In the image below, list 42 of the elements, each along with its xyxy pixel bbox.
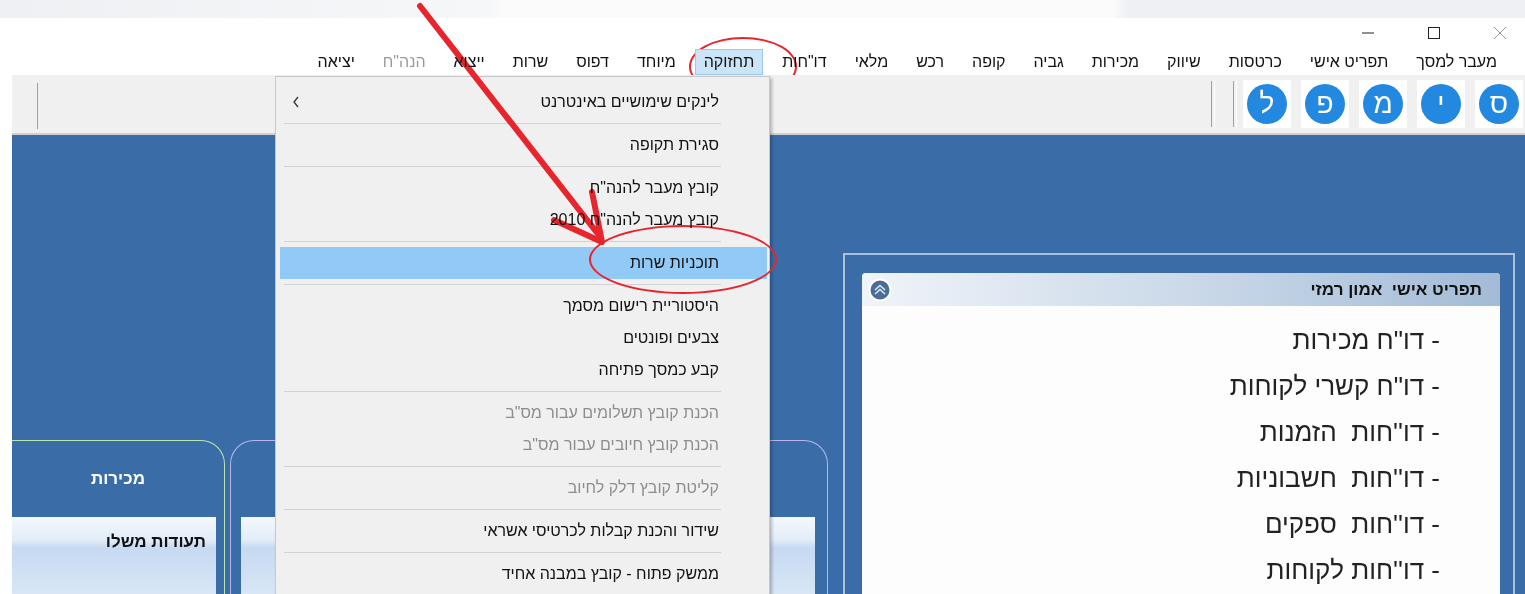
report-link[interactable]: - דו''חות הזמנות: [1259, 414, 1440, 450]
menu-item[interactable]: שרות: [503, 48, 558, 75]
maximize-icon[interactable]: [1427, 26, 1441, 40]
menu-item[interactable]: דפוס: [567, 48, 618, 75]
toolbar-button[interactable]: י: [1417, 80, 1465, 128]
close-icon[interactable]: [1493, 26, 1507, 40]
collapse-icon[interactable]: [868, 277, 892, 302]
menu-item[interactable]: רכש: [907, 48, 953, 75]
tab-title: מכירות: [91, 469, 145, 489]
menu-item[interactable]: שיווק: [1158, 48, 1210, 75]
menu-item[interactable]: תוכניות שרות: [280, 247, 767, 279]
menu-item[interactable]: קופה: [963, 48, 1015, 75]
section-title: תעודות משלו: [105, 531, 206, 552]
panel-title: תפריט אישי אמון רמזי: [1310, 279, 1482, 300]
menu-item[interactable]: היסטוריית רישום מסמך: [280, 290, 767, 322]
menu-item[interactable]: מיוחד: [628, 48, 685, 75]
toolbar-button[interactable]: ל: [1243, 80, 1291, 128]
report-link[interactable]: - דו''חות חשבוניות: [1236, 460, 1440, 496]
menu-item[interactable]: כרטסות: [1219, 48, 1291, 75]
menu-item[interactable]: יציאה: [308, 48, 364, 75]
report-link[interactable]: - דו''חות לקוחות: [1266, 552, 1440, 588]
report-link[interactable]: - דו"ח קשרי לקוחות: [1229, 368, 1440, 404]
toolbar-button[interactable]: פ: [1301, 80, 1349, 128]
menu-item[interactable]: קובץ מעבר להנה"ח: [280, 172, 767, 204]
menu-item[interactable]: ממשק פתוח - קובץ במבנה אחיד: [280, 558, 767, 590]
menu-item[interactable]: קבע כמסך פתיחה: [280, 354, 767, 386]
chevron-icon[interactable]: [292, 96, 300, 108]
menu-item[interactable]: סגירת תקופה: [280, 129, 767, 161]
menu-item[interactable]: תחזוקה: [694, 48, 764, 75]
report-link[interactable]: - דו''חות ספקים: [1264, 506, 1440, 542]
menu-item[interactable]: לינקים שימושיים באינטרנט: [280, 86, 767, 118]
tab-panel[interactable]: מכירות תעודות משלו: [12, 440, 225, 594]
report-link[interactable]: - דו"ח מכירות: [1292, 322, 1440, 358]
menu-item[interactable]: תפריט אישי: [1300, 48, 1398, 75]
toolbar-button[interactable]: ס: [1475, 80, 1523, 128]
menu-item[interactable]: מעבר למסך: [1407, 48, 1506, 75]
menu-item[interactable]: שידור והכנת קבלות לכרטיסי אשראי: [280, 515, 767, 547]
toolbar-button[interactable]: מ: [1359, 80, 1407, 128]
menu-item[interactable]: צבעים ופונטים: [280, 322, 767, 354]
menu-item[interactable]: מכירות: [1082, 48, 1149, 75]
menu-item[interactable]: גביה: [1024, 48, 1073, 75]
menu-item[interactable]: מלאי: [845, 48, 898, 75]
